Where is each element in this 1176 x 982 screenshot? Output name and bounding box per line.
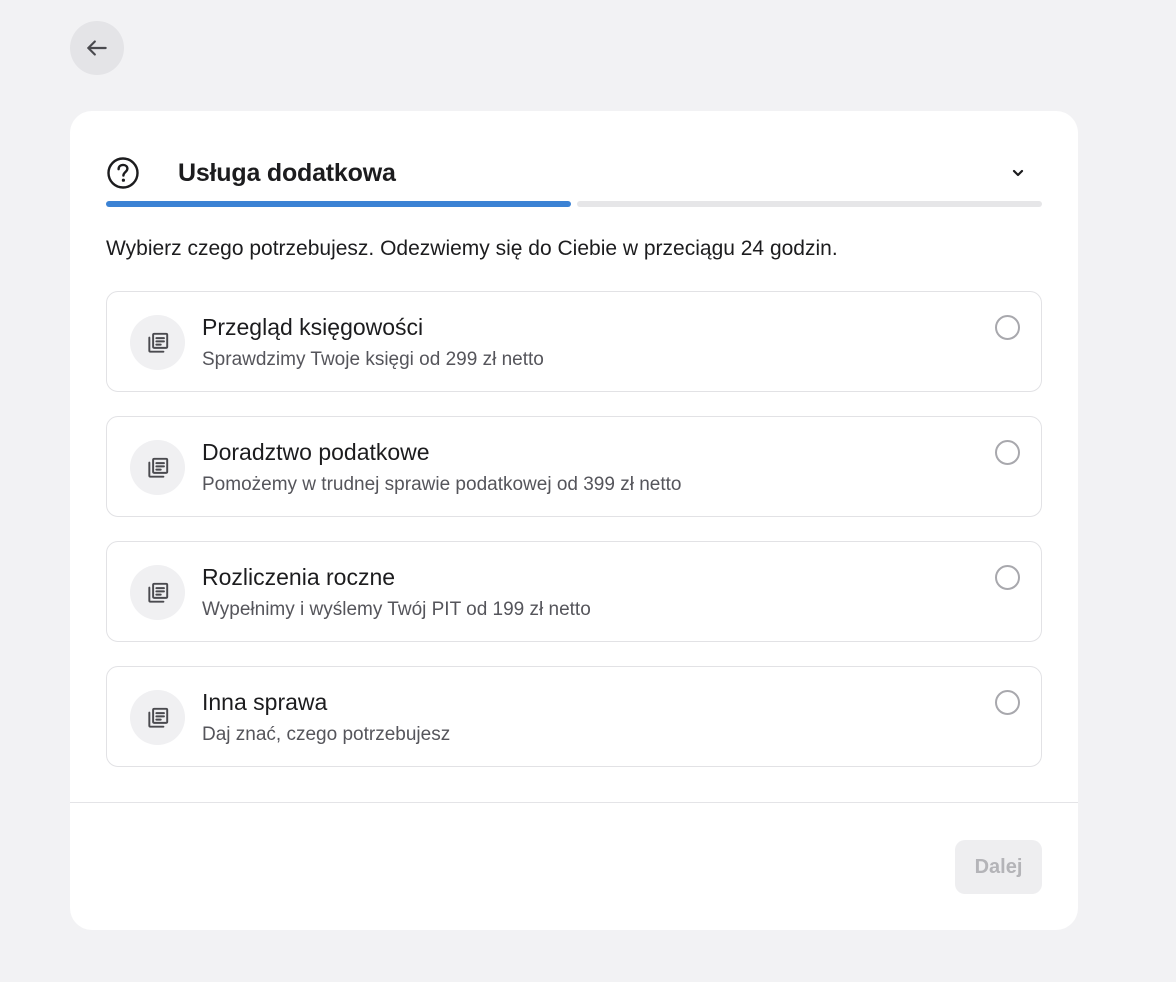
progress-step-1 <box>106 201 571 207</box>
card-header: Usługa dodatkowa <box>106 145 1042 201</box>
arrow-left-icon <box>87 40 107 56</box>
option-radio[interactable] <box>995 690 1020 715</box>
back-button[interactable] <box>70 21 124 75</box>
document-stack-icon <box>130 315 185 370</box>
service-option[interactable]: Inna sprawa Daj znać, czego potrzebujesz <box>106 666 1042 767</box>
option-description: Sprawdzimy Twoje księgi od 299 zł netto <box>202 349 544 370</box>
option-title: Rozliczenia roczne <box>202 564 396 590</box>
option-radio[interactable] <box>995 440 1020 465</box>
chevron-down-icon[interactable] <box>1008 163 1028 183</box>
page-title: Usługa dodatkowa <box>178 158 396 187</box>
option-radio[interactable] <box>995 315 1020 340</box>
question-circle-icon <box>106 156 140 190</box>
instruction-text: Wybierz czego potrzebujesz. Odezwiemy si… <box>106 237 838 260</box>
option-title: Inna sprawa <box>202 689 328 715</box>
footer-divider <box>70 802 1078 803</box>
option-title: Doradztwo podatkowe <box>202 439 430 465</box>
service-option[interactable]: Doradztwo podatkowe Pomożemy w trudnej sp… <box>106 416 1042 517</box>
option-title: Przegląd księgowości <box>202 314 424 340</box>
service-option[interactable]: Przegląd księgowości Sprawdzimy Twoje ksi… <box>106 291 1042 392</box>
document-stack-icon <box>130 690 185 745</box>
options-list: Przegląd księgowości Sprawdzimy Twoje ksi… <box>106 291 1042 791</box>
option-description: Daj znać, czego potrzebujesz <box>202 724 451 745</box>
option-description: Wypełnimy i wyślemy Twój PIT od 199 zł n… <box>202 599 591 620</box>
service-card: Usługa dodatkowa Wybierz czego potrzebuj… <box>70 111 1078 930</box>
option-description: Pomożemy w trudnej sprawie podatkowej od… <box>202 474 682 495</box>
step-progress-bar <box>106 201 1042 207</box>
option-radio[interactable] <box>995 565 1020 590</box>
document-stack-icon <box>130 440 185 495</box>
service-option[interactable]: Rozliczenia roczne Wypełnimy i wyślemy Tw… <box>106 541 1042 642</box>
document-stack-icon <box>130 565 185 620</box>
progress-step-2 <box>577 201 1042 207</box>
next-button[interactable]: Dalej <box>955 840 1042 894</box>
